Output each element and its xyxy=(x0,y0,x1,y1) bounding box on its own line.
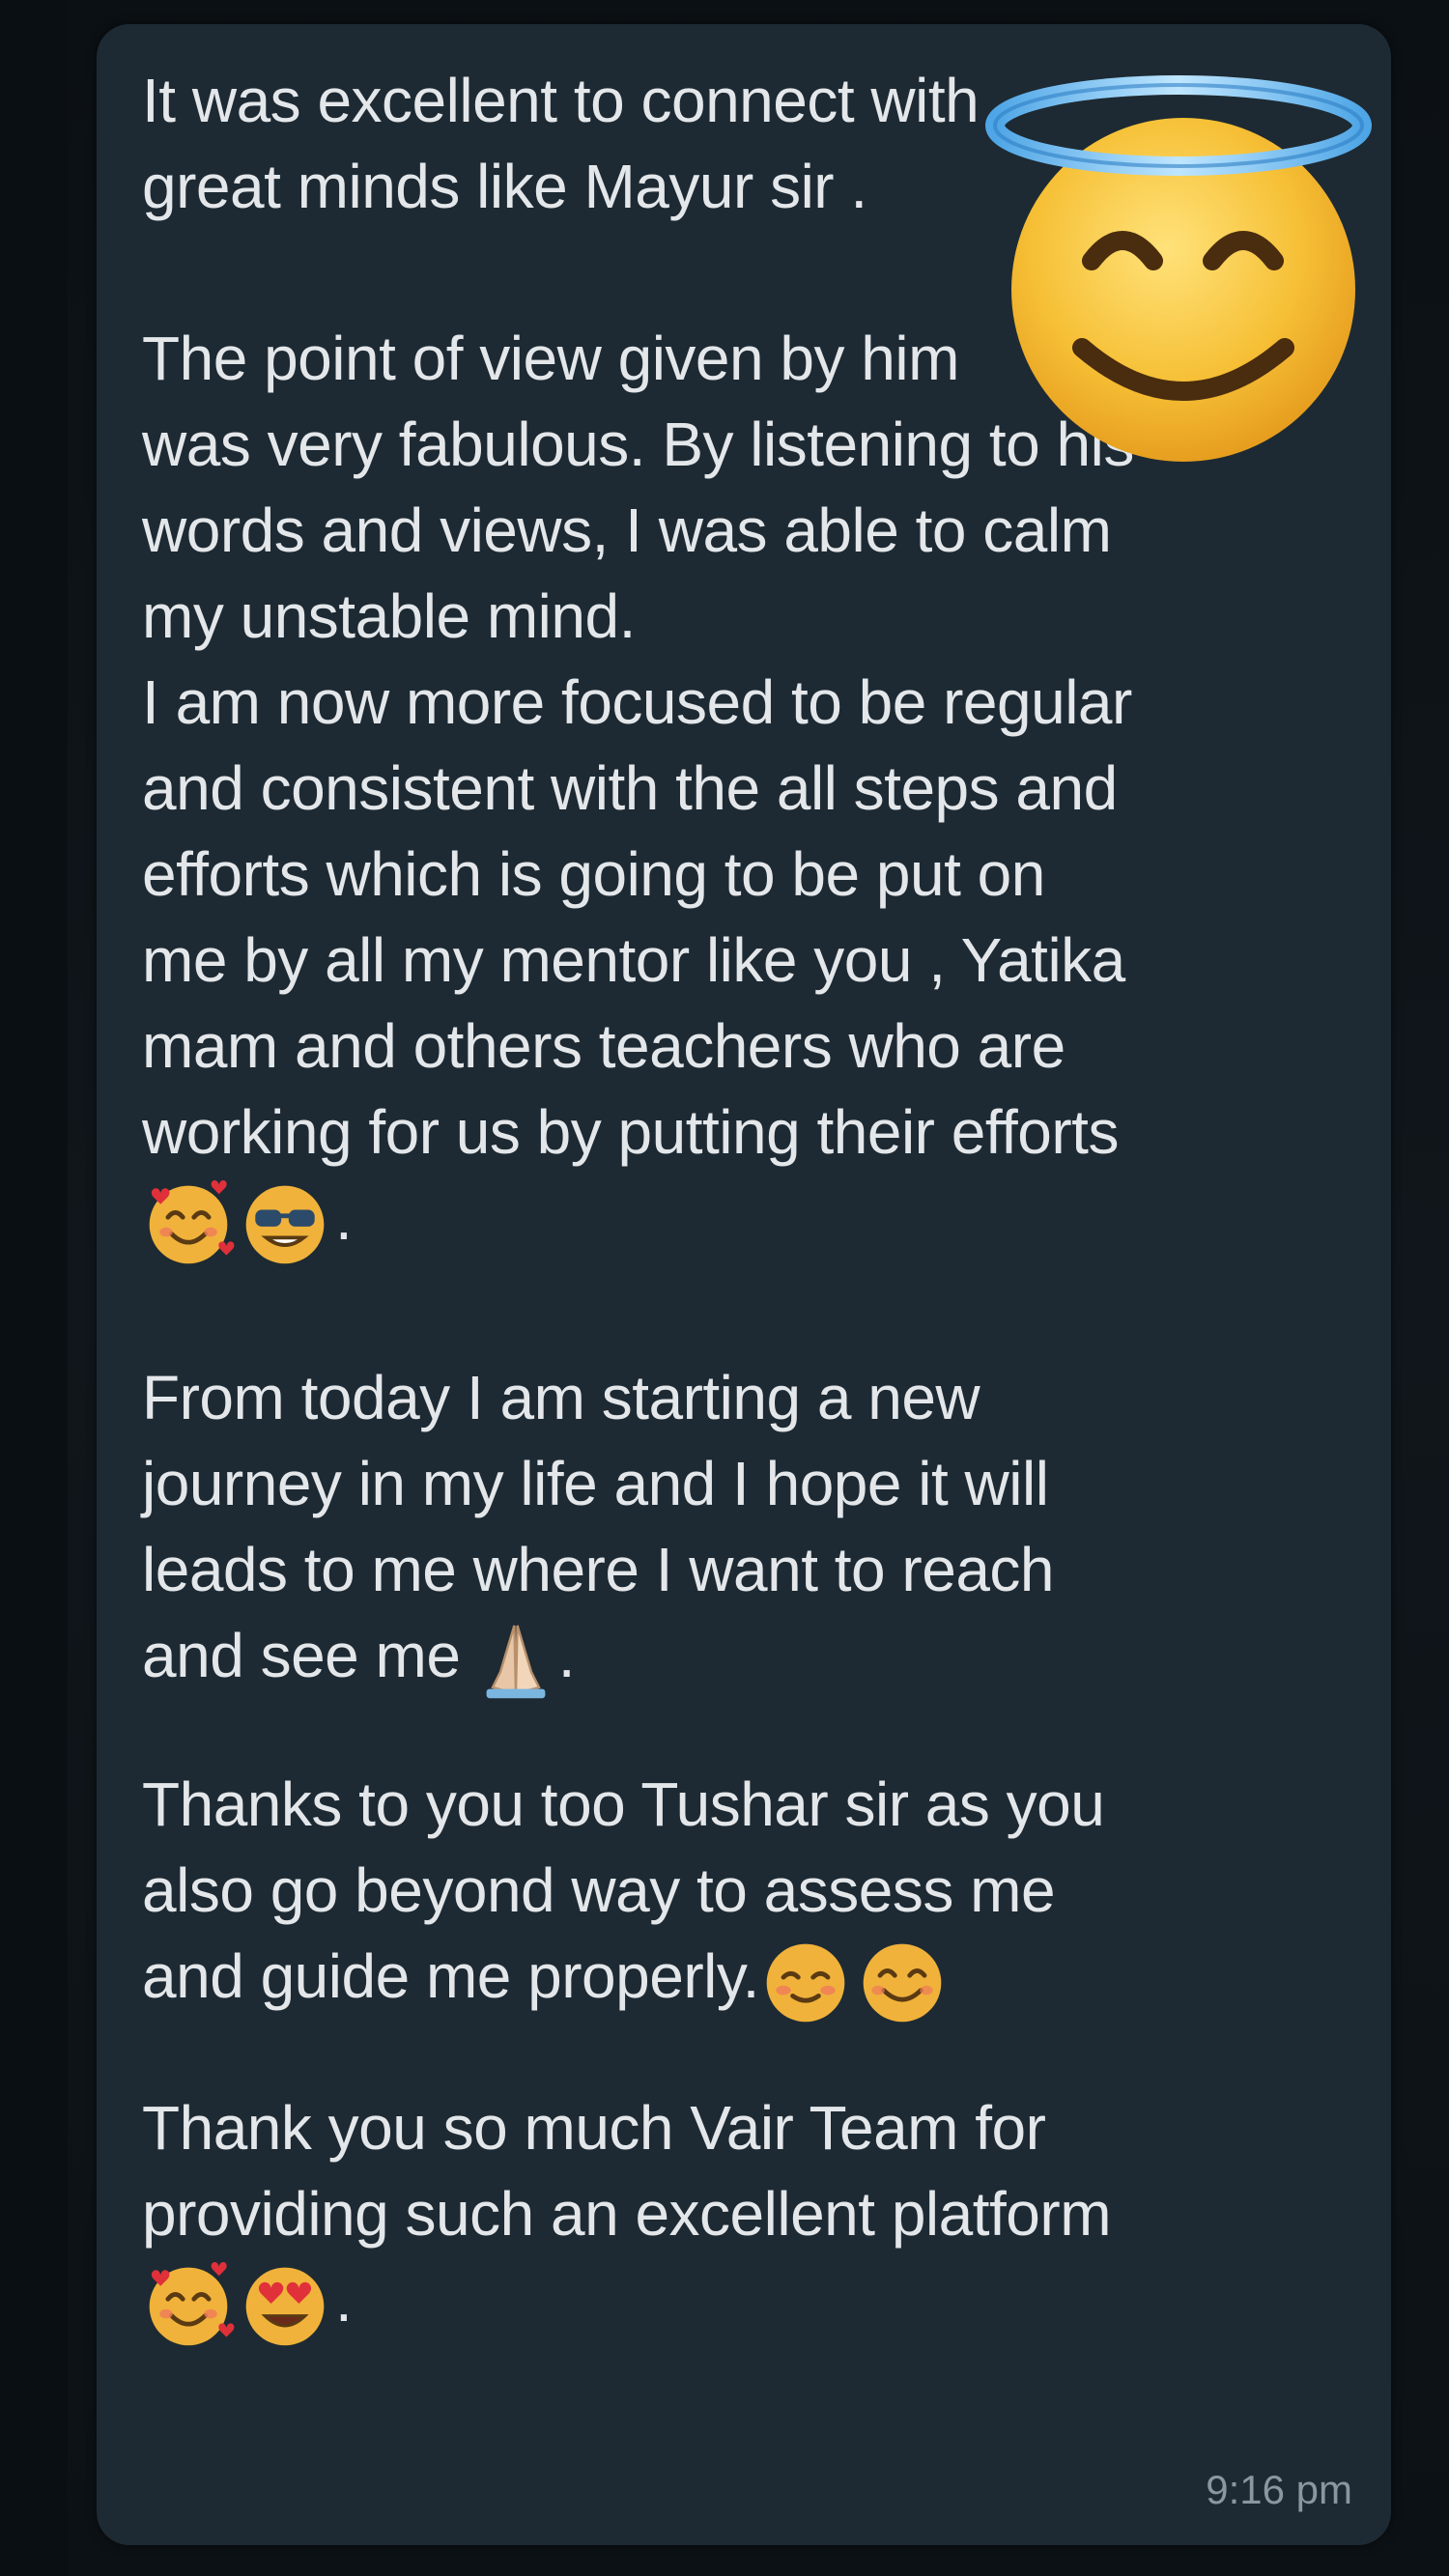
message-line: and guide me properly. xyxy=(142,1941,759,2012)
folded-hands-icon xyxy=(477,1617,554,1704)
message-line: efforts which is going to be put on xyxy=(142,839,1045,909)
message-line: From today I am starting a new xyxy=(142,1363,980,1433)
message-line: also go beyond way to assess me xyxy=(142,1855,1056,1926)
emoji-line: and guide me properly. xyxy=(142,1934,1350,2027)
smiling-face-with-halo-icon xyxy=(976,68,1381,464)
emoji-line: . xyxy=(142,1175,1350,1269)
message-line: working for us by putting their efforts xyxy=(142,1097,1119,1167)
smiling-face-with-sunglasses-icon xyxy=(239,1176,331,1269)
left-edge xyxy=(0,0,68,2576)
message-line: I am now more focused to be regular xyxy=(142,667,1132,737)
message-timestamp: 9:16 pm xyxy=(1206,2467,1352,2512)
message-line: and consistent with the all steps and xyxy=(142,753,1118,823)
message-line: Thank you so much Vair Team for xyxy=(142,2093,1046,2164)
smiling-face-with-hearts-icon xyxy=(142,2258,235,2351)
message-line: . xyxy=(335,1183,353,1253)
message-line: my unstable mind. xyxy=(142,581,636,651)
message-line: words and views, I was able to calm xyxy=(142,495,1112,565)
emoji-line: and see me . xyxy=(142,1613,1350,1704)
message-line: journey in my life and I hope it will xyxy=(142,1449,1049,1519)
message-line: Thanks to you too Tushar sir as you xyxy=(142,1769,1105,1840)
message-line: . xyxy=(335,2265,353,2335)
message-line: me by all my mentor like you , Yatika xyxy=(142,925,1125,995)
emoji-line: . xyxy=(142,2257,1350,2351)
smiling-face-with-hearts-icon xyxy=(142,1176,235,1269)
heart-eyes-icon xyxy=(239,2258,331,2351)
message-line: providing such an excellent platform xyxy=(142,2179,1112,2250)
message-line: . xyxy=(557,1621,576,1691)
message-line: mam and others teachers who are xyxy=(142,1011,1065,1081)
smiling-face-icon xyxy=(856,1935,949,2027)
chat-screen: It was excellent to connect with great m… xyxy=(0,0,1449,2576)
smiling-blush-icon xyxy=(759,1935,852,2027)
message-line: leads to me where I want to reach xyxy=(142,1535,1055,1605)
message-line: and see me xyxy=(142,1621,461,1691)
